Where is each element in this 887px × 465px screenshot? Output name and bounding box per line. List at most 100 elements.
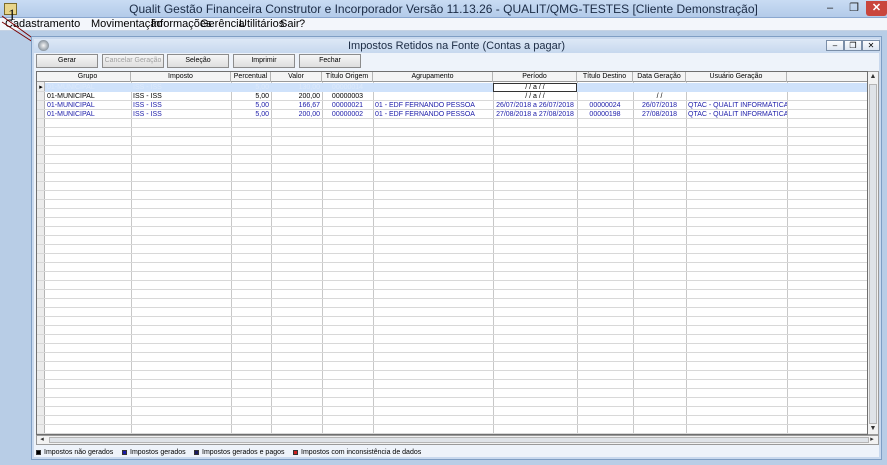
selecao-button[interactable]: Seleção [167, 54, 229, 68]
horizontal-scroll-thumb[interactable] [49, 437, 869, 443]
grid-row-line [37, 433, 867, 434]
col-usuario-geracao[interactable]: Usuário Geração [686, 72, 787, 82]
cell-agrupamento[interactable] [373, 92, 493, 101]
col-periodo[interactable]: Período [493, 72, 577, 82]
cell-periodo[interactable]: 26/07/2018 a 26/07/2018 [493, 101, 577, 110]
legend-swatch [194, 449, 199, 455]
menu-gerencia[interactable]: Gerência [200, 18, 245, 31]
scroll-down-icon[interactable]: ▼ [868, 424, 878, 434]
cell-agrupamento[interactable] [373, 83, 493, 92]
grid-row-line [37, 397, 867, 398]
close-button[interactable]: ✕ [866, 1, 887, 16]
restore-button[interactable]: ❐ [842, 1, 866, 16]
cell-grupo[interactable]: 01-MUNICIPAL [45, 110, 131, 119]
cell-valor[interactable]: 130,00 [271, 83, 322, 92]
grid-row-line [37, 190, 867, 191]
cell-agrupamento[interactable]: 01 - EDF FERNANDO PESSOA [373, 110, 493, 119]
legend-swatch [36, 449, 41, 455]
impostos-grid[interactable]: Grupo Imposto Percentual Valor Título Or… [36, 71, 868, 435]
cell-grupo[interactable]: 01-MUNICIPAL [45, 92, 131, 101]
cell-data-geracao[interactable]: / / [633, 92, 686, 101]
menu-help[interactable]: ? [299, 18, 305, 31]
grid-row-line [37, 361, 867, 362]
cell-valor[interactable]: 200,00 [271, 110, 322, 119]
cell-data-geracao[interactable]: 26/07/2018 [633, 101, 686, 110]
grid-row-line [37, 370, 867, 371]
cell-usuario[interactable] [686, 92, 787, 101]
cell-usuario[interactable]: QTAC - QUALIT INFORMÁTICA [686, 101, 787, 110]
cell-imposto[interactable]: ISS - ISS [131, 83, 231, 92]
window-title: Impostos Retidos na Fonte (Contas a paga… [347, 40, 566, 52]
gerar-button[interactable]: Gerar [36, 54, 98, 68]
grid-row-line [37, 343, 867, 344]
table-row[interactable]: 01-MUNICIPAL ISS - ISS 5,00 166,67 00000021 0… [45, 101, 867, 110]
cell-grupo[interactable]: 01-MUNICIPAL [45, 101, 131, 110]
col-data-geracao[interactable]: Data Geração [633, 72, 686, 82]
cell-periodo[interactable]: / / a / / [493, 92, 577, 101]
cell-titulo-destino[interactable] [577, 83, 633, 92]
grid-row-line [37, 226, 867, 227]
cell-data-geracao[interactable] [633, 83, 686, 92]
cell-data-geracao[interactable]: 27/08/2018 [633, 110, 686, 119]
window-restore-button[interactable]: ❐ [844, 40, 862, 51]
fechar-button[interactable]: Fechar [299, 54, 361, 68]
cell-imposto[interactable]: ISS - ISS [131, 101, 231, 110]
cell-titulo-destino[interactable]: 00000198 [577, 110, 633, 119]
cell-titulo-origem[interactable]: 00000003 [322, 92, 373, 101]
window-title-bar: Impostos Retidos na Fonte (Contas a paga… [34, 39, 880, 53]
grid-row-line [37, 334, 867, 335]
grid-row-line [37, 136, 867, 137]
cell-percentual[interactable]: 5,00 [231, 101, 271, 110]
cell-titulo-destino[interactable] [577, 92, 633, 101]
grid-row-line [37, 307, 867, 308]
col-valor[interactable]: Valor [271, 72, 322, 82]
horizontal-scrollbar[interactable]: ◂ ▸ [36, 435, 879, 445]
cell-usuario[interactable] [686, 83, 787, 92]
toolbar: Gerar Cancelar Geração Seleção Imprimir … [36, 54, 879, 68]
vertical-scrollbar[interactable]: ▲ ▼ [868, 71, 879, 435]
cancelar-geracao-button[interactable]: Cancelar Geração [102, 54, 164, 68]
cell-titulo-origem[interactable]: 00000021 [322, 101, 373, 110]
grid-row-line [37, 217, 867, 218]
col-titulo-destino[interactable]: Título Destino [577, 72, 633, 82]
cell-titulo-origem[interactable]: 00000002 [322, 110, 373, 119]
periodo-editor-input[interactable]: / / a / / [493, 83, 577, 92]
cell-valor[interactable]: 166,67 [271, 101, 322, 110]
scroll-right-icon[interactable]: ▸ [867, 435, 877, 445]
scroll-left-icon[interactable]: ◂ [37, 435, 47, 445]
grid-row-line [37, 406, 867, 407]
vertical-scroll-thumb[interactable] [869, 84, 877, 424]
table-row[interactable]: 01-MUNICIPAL ISS - ISS 5,00 200,00 00000002 0… [45, 110, 867, 119]
cell-agrupamento[interactable]: 01 - EDF FERNANDO PESSOA [373, 101, 493, 110]
col-percentual[interactable]: Percentual [231, 72, 271, 82]
cell-titulo-destino[interactable]: 00000024 [577, 101, 633, 110]
table-row[interactable]: 01-MUNICIPAL ISS - ISS 5,00 200,00 00000003 … [45, 92, 867, 101]
menu-sair[interactable]: Sair [280, 18, 300, 31]
cell-titulo-origem[interactable]: 00000014 [322, 83, 373, 92]
cell-imposto[interactable]: ISS - ISS [131, 92, 231, 101]
grid-column-line [322, 82, 323, 434]
cell-percentual[interactable]: 5,00 [231, 110, 271, 119]
col-imposto[interactable]: Imposto [131, 72, 231, 82]
col-agrupamento[interactable]: Agrupamento [373, 72, 493, 82]
scroll-up-icon[interactable]: ▲ [868, 72, 878, 82]
legend-swatch [122, 449, 127, 455]
cell-grupo[interactable]: 01-MUNICIPAL [45, 83, 131, 92]
window-close-button[interactable]: ✕ [862, 40, 880, 51]
grid-column-line [493, 82, 494, 434]
col-titulo-origem[interactable]: Título Origem [322, 72, 373, 82]
window-minimize-button[interactable]: – [826, 40, 844, 51]
cell-percentual[interactable]: 5,00 [231, 92, 271, 101]
minimize-button[interactable]: – [818, 1, 842, 16]
cell-valor[interactable]: 200,00 [271, 92, 322, 101]
cell-imposto[interactable]: ISS - ISS [131, 110, 231, 119]
table-row[interactable]: 01-MUNICIPAL ISS - ISS 5,00 130,00 00000014 … [45, 83, 867, 92]
cell-periodo[interactable]: 27/08/2018 a 27/08/2018 [493, 110, 577, 119]
cell-usuario[interactable]: QTAC - QUALIT INFORMÁTICA [686, 110, 787, 119]
col-grupo[interactable]: Grupo [45, 72, 131, 82]
grid-row-line [37, 325, 867, 326]
grid-row-line [37, 316, 867, 317]
cell-percentual[interactable]: 5,00 [231, 83, 271, 92]
imprimir-button[interactable]: Imprimir [233, 54, 295, 68]
menu-utilitarios[interactable]: Utilitários [239, 18, 284, 31]
